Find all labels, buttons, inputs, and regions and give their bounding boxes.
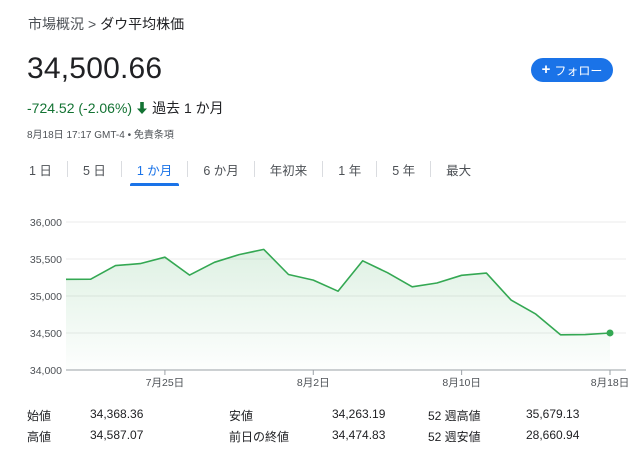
breadcrumb: 市場概況 > ダウ平均株価 <box>28 14 184 34</box>
price-chart-svg[interactable]: 36,000 35,500 35,000 34,500 34,000 7月25日 8月2日… <box>0 205 640 395</box>
price-change-row: -724.52 (-2.06%) 過去 1 か月 <box>27 98 224 118</box>
tab-label: 年初来 <box>269 163 308 178</box>
follow-button[interactable]: + フォロー <box>531 58 613 82</box>
stat-value-high: 34,587.07 <box>90 428 144 442</box>
breadcrumb-parent-link[interactable]: 市場概況 <box>28 14 84 34</box>
stat-label-open: 始値 <box>27 409 52 423</box>
x-tick-label: 8月2日 <box>297 377 330 389</box>
stats-row: 始値 34,368.36 安値 34,263.19 52 週高値 35,679.… <box>27 407 627 428</box>
tab-1d[interactable]: 1 日 <box>14 155 67 183</box>
range-tabs: 1 日 5 日 1 か月 6 か月 年初来 1 年 5 年 最大 <box>14 155 486 187</box>
stat-label-prev-close: 前日の終値 <box>229 430 290 444</box>
x-tick-label: 8月18日 <box>591 377 630 389</box>
breadcrumb-current: ダウ平均株価 <box>100 16 185 32</box>
tab-ytd[interactable]: 年初来 <box>255 155 323 183</box>
y-tick-label: 36,000 <box>30 217 62 229</box>
timestamp-disclaimer: 8月18日 17:17 GMT-4 • 免責条項 <box>27 130 174 141</box>
tab-label: 5 日 <box>82 163 106 178</box>
y-tick-label: 34,000 <box>30 365 62 377</box>
change-period: 過去 1 か月 <box>152 100 224 116</box>
current-price-dot <box>606 329 614 337</box>
tab-max[interactable]: 最大 <box>431 155 486 183</box>
tab-6m[interactable]: 6 か月 <box>188 155 253 183</box>
arrow-down-icon <box>137 102 148 114</box>
tab-label: 最大 <box>446 163 472 178</box>
stat-value-open: 34,368.36 <box>90 407 144 421</box>
x-tick-label: 8月10日 <box>442 377 481 389</box>
follow-button-label: フォロー <box>554 63 603 78</box>
y-tick-label: 34,500 <box>30 328 62 340</box>
tab-label: 6 か月 <box>203 163 239 178</box>
stat-label-52w-high: 52 週高値 <box>428 409 481 423</box>
current-price: 34,500.66 <box>27 52 163 85</box>
tab-label: 5 年 <box>392 163 416 178</box>
y-tick-label: 35,500 <box>30 254 62 266</box>
plus-icon: + <box>541 61 551 78</box>
stat-value-low: 34,263.19 <box>332 407 386 421</box>
tab-label: 1 日 <box>29 163 52 178</box>
price-change: -724.52 (-2.06%) <box>27 100 133 116</box>
tab-5d[interactable]: 5 日 <box>68 155 121 183</box>
x-tick-label: 7月25日 <box>146 377 185 389</box>
stats-row: 高値 34,587.07 前日の終値 34,474.83 52 週安値 28,6… <box>27 428 627 449</box>
tab-label: 1 年 <box>338 163 362 178</box>
y-tick-label: 35,000 <box>30 291 62 303</box>
stat-value-prev-close: 34,474.83 <box>332 428 386 442</box>
stat-label-52w-low: 52 週安値 <box>428 430 481 444</box>
price-chart[interactable]: 36,000 35,500 35,000 34,500 34,000 7月25日 8月2日… <box>0 205 640 395</box>
breadcrumb-separator: > <box>88 16 97 32</box>
tab-5y[interactable]: 5 年 <box>377 155 430 183</box>
stat-value-52w-high: 35,679.13 <box>526 407 580 421</box>
key-stats: 始値 34,368.36 安値 34,263.19 52 週高値 35,679.… <box>27 407 627 449</box>
tab-label: 1 か月 <box>136 163 173 178</box>
tab-1y[interactable]: 1 年 <box>323 155 376 183</box>
tab-1m[interactable]: 1 か月 <box>122 155 187 186</box>
stat-value-52w-low: 28,660.94 <box>526 428 580 442</box>
stat-label-high: 高値 <box>27 430 52 444</box>
stat-label-low: 安値 <box>229 409 254 423</box>
